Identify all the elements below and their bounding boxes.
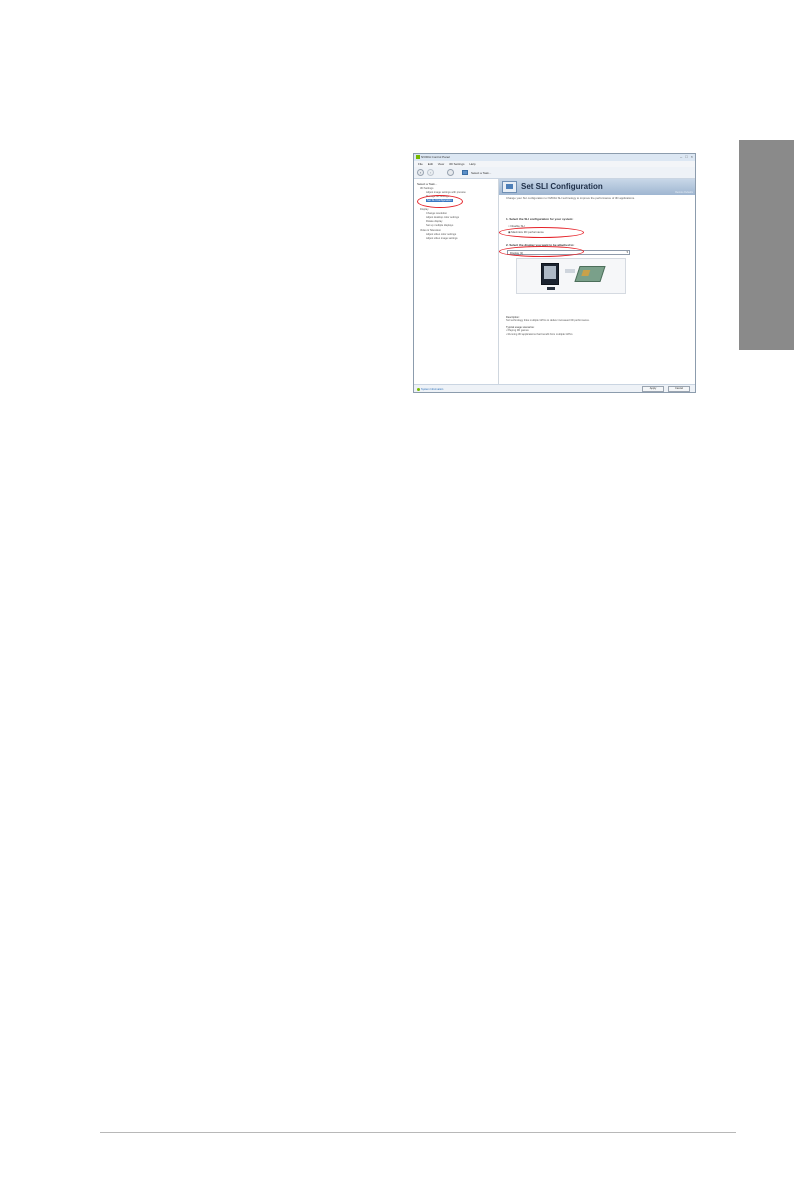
window-controls: – □ × [680,155,693,159]
footer-rule [100,1132,736,1133]
forward-button[interactable]: › [427,169,434,176]
graphics-card-icon [574,266,606,282]
nvidia-icon [416,155,420,159]
highlight-ellipse-option [499,227,584,238]
status-bar: System Information Apply Cancel [414,384,695,392]
tree-item-video[interactable]: Video & Television [420,229,441,232]
task-pane-title: Select a Task... [417,182,438,186]
refresh-icon[interactable] [447,169,454,176]
highlight-ellipse-display [499,246,584,257]
description-notes: Description: SLI technology links multip… [506,316,691,336]
page-description: Change your SLI configuration to NVIDIA … [506,196,635,200]
tree-item-change-resolution[interactable]: Change resolution [426,212,447,215]
notes-line: • Running 3D applications that benefit f… [506,332,573,336]
sli-page-icon [502,181,517,193]
sli-illustration [516,258,626,294]
apply-button[interactable]: Apply [642,386,664,392]
maximize-icon[interactable]: □ [685,155,687,159]
tree-item-rotate-display[interactable]: Rotate display [426,220,442,223]
menu-file[interactable]: File [418,162,423,166]
highlight-ellipse-tree [417,195,463,208]
tree-item-desktop-color[interactable]: Adjust desktop color settings [426,216,459,219]
menu-help[interactable]: Help [469,162,475,166]
menu-view[interactable]: View [438,162,444,166]
tree-item-adjust-image[interactable]: Adjust image settings with preview [426,191,466,194]
page-title: Set SLI Configuration [521,182,603,191]
home-icon[interactable] [462,170,468,175]
close-icon[interactable]: × [691,155,693,159]
system-information-label: System Information [421,388,444,392]
restore-defaults-link[interactable]: Restore Defaults [675,191,693,194]
content-pane: Set SLI Configuration Restore Defaults C… [499,179,695,384]
nvidia-control-panel-screenshot: NVIDIA Control Panel – □ × File Edit Vie… [413,153,696,393]
system-information-link[interactable]: System Information [417,388,443,391]
tree-item-3d-settings[interactable]: 3D Settings [420,187,433,190]
page-banner: Set SLI Configuration Restore Defaults [499,179,695,195]
arrow-icon [565,269,575,273]
monitor-icon [541,263,559,290]
window-title: NVIDIA Control Panel [421,155,450,159]
menu-edit[interactable]: Edit [428,162,433,166]
task-tree-pane: Select a Task... 3D Settings Adjust imag… [414,179,499,384]
toolbar: ‹ › Select a Task... [414,167,695,179]
task-selector[interactable]: Select a Task... [471,171,491,175]
menu-3d-settings[interactable]: 3D Settings [449,162,465,166]
tree-item-multiple-displays[interactable]: Set up multiple displays [426,224,453,227]
tree-item-display[interactable]: Display [420,208,429,211]
back-button[interactable]: ‹ [417,169,424,176]
notes-line: SLI technology links multiple GPUs to de… [506,319,590,323]
info-icon [417,388,420,391]
tree-item-video-color[interactable]: Adjust video color settings [426,233,456,236]
cancel-button[interactable]: Cancel [668,386,690,392]
chapter-tab [739,140,794,350]
minimize-icon[interactable]: – [680,155,682,159]
tree-item-video-image[interactable]: Adjust video image settings [426,237,458,240]
chevron-down-icon: ▾ [626,250,628,254]
step-1-heading: 1. Select the SLI configuration for your… [506,217,574,221]
